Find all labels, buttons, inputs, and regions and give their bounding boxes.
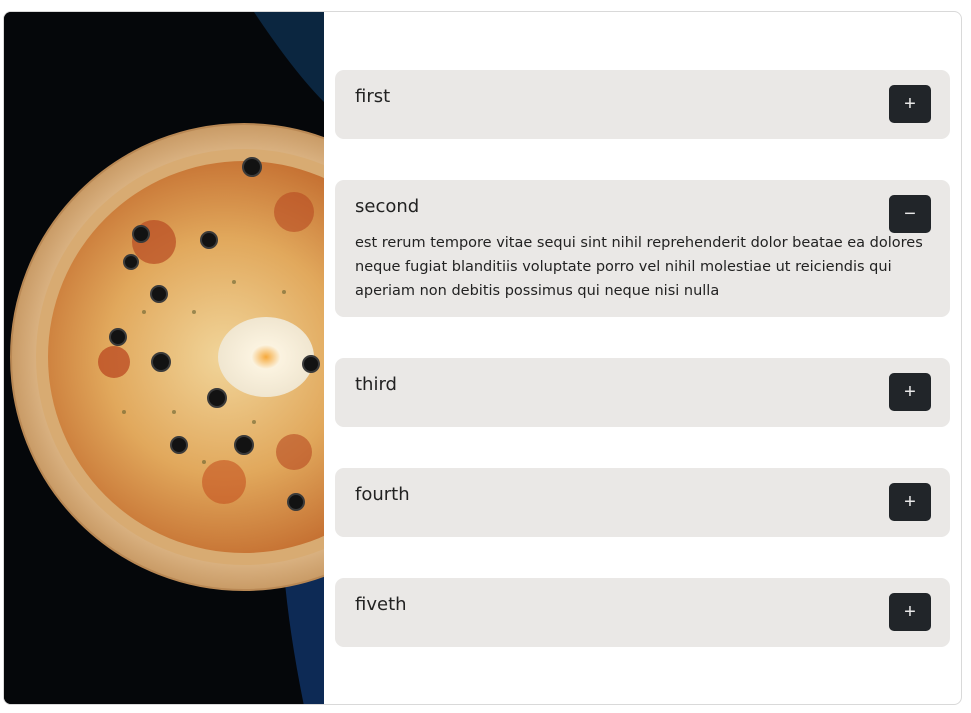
accordion-item-first[interactable]: first +	[335, 70, 950, 139]
expand-button[interactable]: +	[889, 85, 931, 123]
accordion-title: first	[355, 86, 391, 107]
accordion: first + second − est rerum tempore vitae…	[335, 70, 950, 688]
accordion-item-third[interactable]: third +	[335, 358, 950, 427]
plus-icon: +	[904, 381, 916, 403]
accordion-item-fiveth[interactable]: fiveth +	[335, 578, 950, 647]
plus-icon: +	[904, 93, 916, 115]
accordion-item-second[interactable]: second − est rerum tempore vitae sequi s…	[335, 180, 950, 317]
expand-button[interactable]: +	[889, 483, 931, 521]
accordion-item-fourth[interactable]: fourth +	[335, 468, 950, 537]
pizza-photo	[4, 12, 324, 704]
pizza-image	[4, 12, 324, 704]
collapse-button[interactable]: −	[889, 195, 931, 233]
plus-icon: +	[904, 601, 916, 623]
accordion-title: fourth	[355, 484, 410, 505]
accordion-title: third	[355, 374, 397, 395]
expand-button[interactable]: +	[889, 373, 931, 411]
minus-icon: −	[904, 203, 916, 225]
accordion-body-text: est rerum tempore vitae sequi sint nihil…	[355, 235, 923, 299]
accordion-card: first + second − est rerum tempore vitae…	[3, 11, 962, 705]
accordion-title: fiveth	[355, 594, 407, 615]
accordion-title: second	[355, 196, 420, 217]
expand-button[interactable]: +	[889, 593, 931, 631]
plus-icon: +	[904, 491, 916, 513]
